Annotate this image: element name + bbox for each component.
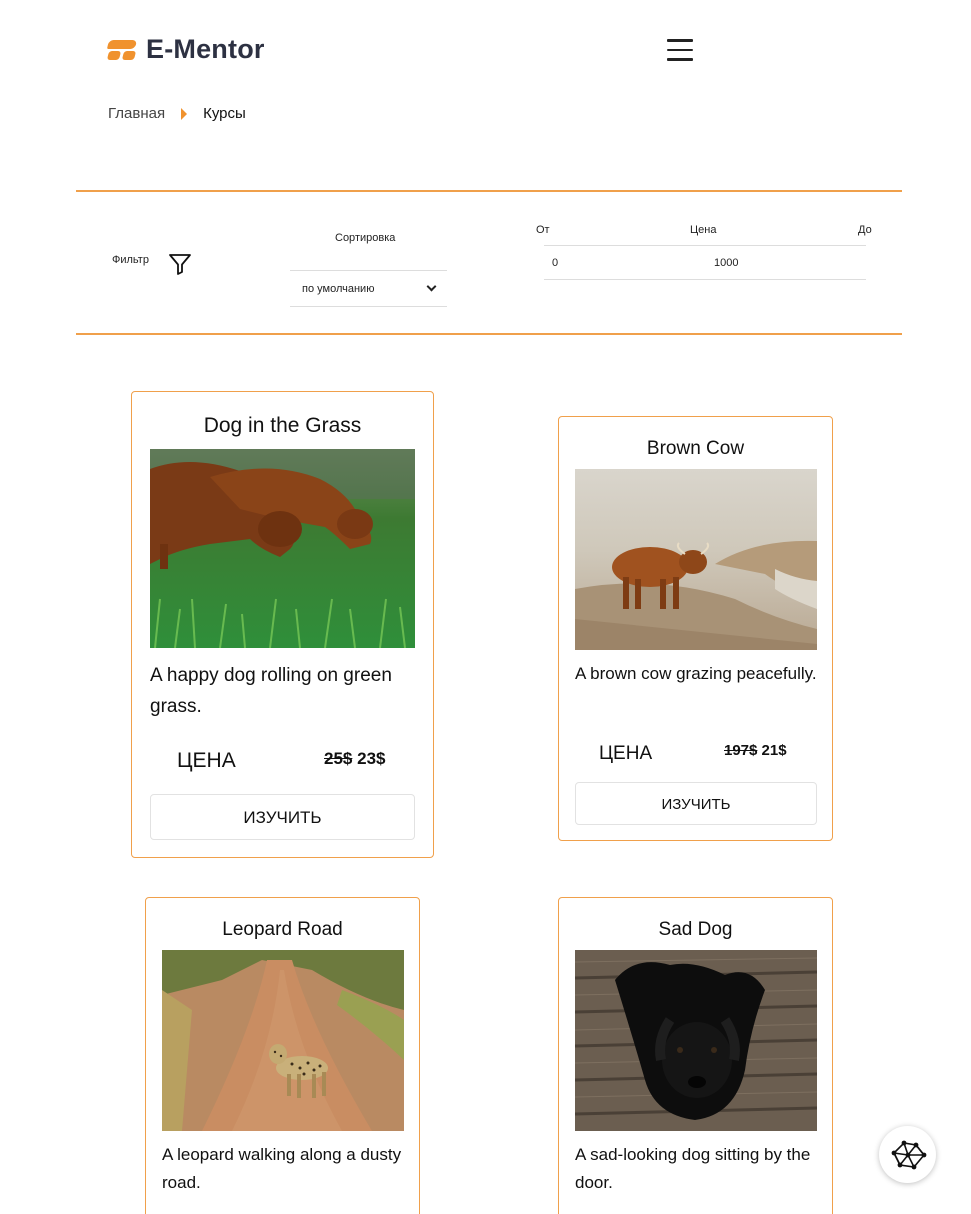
hamburger-menu-icon[interactable] <box>667 39 693 61</box>
price-label: ЦЕНА <box>599 743 653 764</box>
course-image <box>162 950 404 1131</box>
course-title: Leopard Road <box>222 919 343 940</box>
course-image <box>150 449 415 648</box>
course-description: A happy dog rolling on green grass. <box>150 665 392 717</box>
price-label: Цена <box>690 224 717 236</box>
sort-selected-value: по умолчанию <box>302 282 375 295</box>
course-title: Brown Cow <box>646 438 745 459</box>
sort-select[interactable]: по умолчанию <box>290 270 447 307</box>
logo[interactable]: E-Mentor <box>106 34 265 65</box>
chat-widget-button[interactable] <box>879 1126 936 1183</box>
course-card: Sad Dog A sad-looking dog sitting by the… <box>558 897 833 1214</box>
course-title: Sad Dog <box>658 919 733 940</box>
old-price: 197$ <box>724 742 758 759</box>
chevron-down-icon <box>426 281 437 292</box>
course-description: A sad-looking dog sitting by the door. <box>575 1145 811 1192</box>
price-values: 25$ 23$ <box>324 749 385 769</box>
course-card: Brown Cow A brown cow grazing peacefully… <box>558 416 833 841</box>
course-card: Leopard Road A leopard walking along a d… <box>145 897 420 1214</box>
filter-label: Фильтр <box>112 254 149 266</box>
course-image <box>575 469 817 650</box>
breadcrumb-home-link[interactable]: Главная <box>108 105 165 122</box>
breadcrumb-separator-icon <box>181 107 188 120</box>
study-button[interactable]: ИЗУЧИТЬ <box>150 794 415 840</box>
course-image <box>575 950 817 1131</box>
price-label: ЦЕНА <box>177 749 236 772</box>
course-description: A brown cow grazing peacefully. <box>575 664 817 683</box>
price-from-label: От <box>536 224 550 236</box>
network-graph-icon <box>891 1140 926 1169</box>
price-values: 197$ 21$ <box>724 742 787 759</box>
study-button[interactable]: ИЗУЧИТЬ <box>575 782 817 825</box>
price-to-label: До <box>858 224 872 236</box>
funnel-icon[interactable] <box>168 252 192 276</box>
course-description: A leopard walking along a dusty road. <box>162 1145 402 1192</box>
price-min-input[interactable]: 0 <box>552 257 612 269</box>
course-card: Dog in the Grass A happy dog rolling on … <box>131 391 434 858</box>
breadcrumb-current: Курсы <box>203 105 246 122</box>
study-button-label: ИЗУЧИТЬ <box>243 808 322 827</box>
filter-bar: Фильтр Сортировка по умолчанию От Цена Д… <box>76 190 902 335</box>
logo-text: E-Mentor <box>146 34 265 64</box>
new-price: 23$ <box>357 749 386 768</box>
logo-mark-icon <box>106 38 138 62</box>
price-range: 0 1000 <box>544 245 866 280</box>
study-button-label: ИЗУЧИТЬ <box>661 796 731 813</box>
new-price: 21$ <box>761 742 787 759</box>
course-title: Dog in the Grass <box>203 414 362 437</box>
price-max-input[interactable]: 1000 <box>714 257 774 269</box>
sort-label: Сортировка <box>335 232 396 244</box>
breadcrumb: Главная Курсы <box>108 105 246 122</box>
old-price: 25$ <box>324 749 353 768</box>
